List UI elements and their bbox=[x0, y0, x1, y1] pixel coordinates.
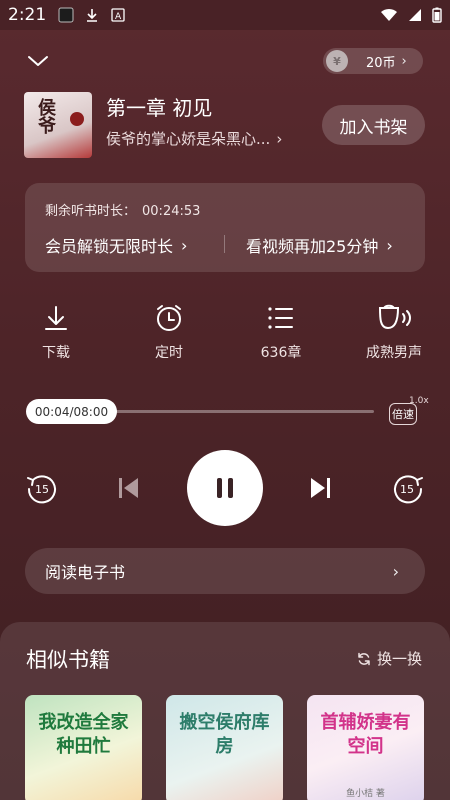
similar-book-cover-sub: 鱼小桔 著 bbox=[346, 789, 385, 799]
status-time: 2:21 bbox=[8, 5, 47, 25]
speed-button[interactable]: 倍速 1.0x bbox=[389, 396, 429, 426]
book-name: 侯爷的掌心娇是朵黑心... bbox=[106, 130, 271, 148]
download-notification-icon bbox=[87, 9, 98, 22]
font-notification-icon: A bbox=[111, 8, 125, 22]
coins-label: 20币 bbox=[366, 55, 396, 71]
speed-label: 倍速 bbox=[389, 403, 417, 425]
previous-chapter-icon[interactable] bbox=[116, 474, 142, 502]
chapter-count-label: 636章 bbox=[260, 345, 302, 361]
status-bar: 2:21 A bbox=[0, 0, 450, 30]
app-notification-icon bbox=[58, 7, 74, 23]
wifi-icon bbox=[381, 8, 397, 21]
chapter-list-icon bbox=[268, 307, 293, 329]
remaining-time-label: 剩余听书时长： bbox=[45, 204, 137, 219]
chevron-right-icon: › bbox=[392, 561, 399, 581]
battery-icon bbox=[432, 7, 442, 23]
book-cover[interactable]: 侯爷 bbox=[24, 92, 92, 158]
similar-book-cover-title: 搬空侯府库房 bbox=[179, 712, 270, 757]
vip-unlock-link[interactable]: 会员解锁无限时长 › bbox=[45, 233, 187, 257]
cover-seal-icon bbox=[70, 112, 84, 126]
similar-books-section: 相似书籍 换一换 我改造全家种田忙 搬空侯府库房 首辅娇妻有空间 鱼小桔 著 bbox=[0, 622, 450, 800]
similar-book-card[interactable]: 搬空侯府库房 bbox=[166, 695, 283, 800]
chapter-list-button[interactable]: 636章 bbox=[236, 302, 326, 362]
similar-book-cover-title: 首辅娇妻有空间 bbox=[320, 712, 411, 757]
voice-select-button[interactable]: 成熟男声 bbox=[349, 302, 439, 362]
coin-icon: ¥ bbox=[326, 50, 348, 72]
pause-button[interactable] bbox=[187, 450, 263, 526]
download-icon bbox=[45, 306, 67, 330]
forward-15-icon[interactable]: 15 bbox=[390, 470, 426, 506]
download-label: 下载 bbox=[42, 345, 70, 361]
refresh-label: 换一换 bbox=[377, 650, 423, 668]
vip-unlock-label: 会员解锁无限时长 bbox=[45, 237, 174, 256]
coins-button[interactable]: ¥ 20币 › bbox=[323, 48, 423, 74]
forward-label: 15 bbox=[400, 483, 414, 496]
progress-time-thumb[interactable]: 00:04/08:00 bbox=[26, 399, 117, 424]
read-ebook-button[interactable]: 阅读电子书 › bbox=[25, 548, 425, 594]
chapter-title: 第一章 初见 bbox=[106, 96, 213, 120]
remaining-time-value: 00:24:53 bbox=[142, 204, 201, 219]
download-button[interactable]: 下载 bbox=[11, 302, 101, 362]
signal-icon bbox=[409, 9, 421, 21]
pause-icon bbox=[217, 478, 222, 498]
read-ebook-label: 阅读电子书 bbox=[45, 563, 126, 582]
similar-book-cover-title: 我改造全家种田忙 bbox=[38, 712, 129, 757]
book-name-link[interactable]: 侯爷的掌心娇是朵黑心... › bbox=[106, 128, 282, 149]
progress-slider[interactable] bbox=[112, 410, 374, 413]
watch-video-link[interactable]: 看视频再加25分钟 › bbox=[246, 233, 393, 257]
voice-label: 成熟男声 bbox=[366, 345, 422, 361]
chevron-right-icon: › bbox=[276, 129, 283, 148]
refresh-icon bbox=[358, 652, 370, 665]
divider bbox=[224, 235, 225, 253]
rewind-label: 15 bbox=[35, 483, 49, 496]
book-cover-title: 侯爷 bbox=[35, 98, 56, 134]
similar-books-title: 相似书籍 bbox=[26, 648, 110, 672]
add-to-shelf-button[interactable]: 加入书架 bbox=[322, 105, 425, 145]
pause-icon-bar bbox=[228, 478, 233, 498]
timer-button[interactable]: 定时 bbox=[124, 302, 214, 362]
alarm-clock-icon bbox=[157, 305, 181, 331]
next-chapter-icon[interactable] bbox=[307, 474, 333, 502]
watch-video-label: 看视频再加25分钟 bbox=[246, 237, 379, 256]
remaining-time: 剩余听书时长： 00:24:53 bbox=[45, 200, 200, 219]
rewind-15-icon[interactable]: 15 bbox=[24, 470, 60, 506]
similar-book-card[interactable]: 首辅娇妻有空间 鱼小桔 著 bbox=[307, 695, 424, 800]
voice-icon bbox=[378, 304, 411, 330]
chevron-right-icon: › bbox=[401, 53, 407, 69]
speed-value: 1.0x bbox=[409, 396, 429, 406]
timer-label: 定时 bbox=[155, 345, 183, 361]
chevron-right-icon: › bbox=[181, 235, 188, 255]
similar-book-card[interactable]: 我改造全家种田忙 bbox=[25, 695, 142, 800]
chevron-right-icon: › bbox=[386, 235, 393, 255]
collapse-chevron-icon[interactable] bbox=[26, 50, 50, 74]
svg-text:A: A bbox=[115, 12, 122, 22]
refresh-button[interactable]: 换一换 bbox=[357, 648, 422, 669]
listen-time-card: 剩余听书时长： 00:24:53 会员解锁无限时长 › 看视频再加25分钟 › bbox=[25, 183, 425, 272]
